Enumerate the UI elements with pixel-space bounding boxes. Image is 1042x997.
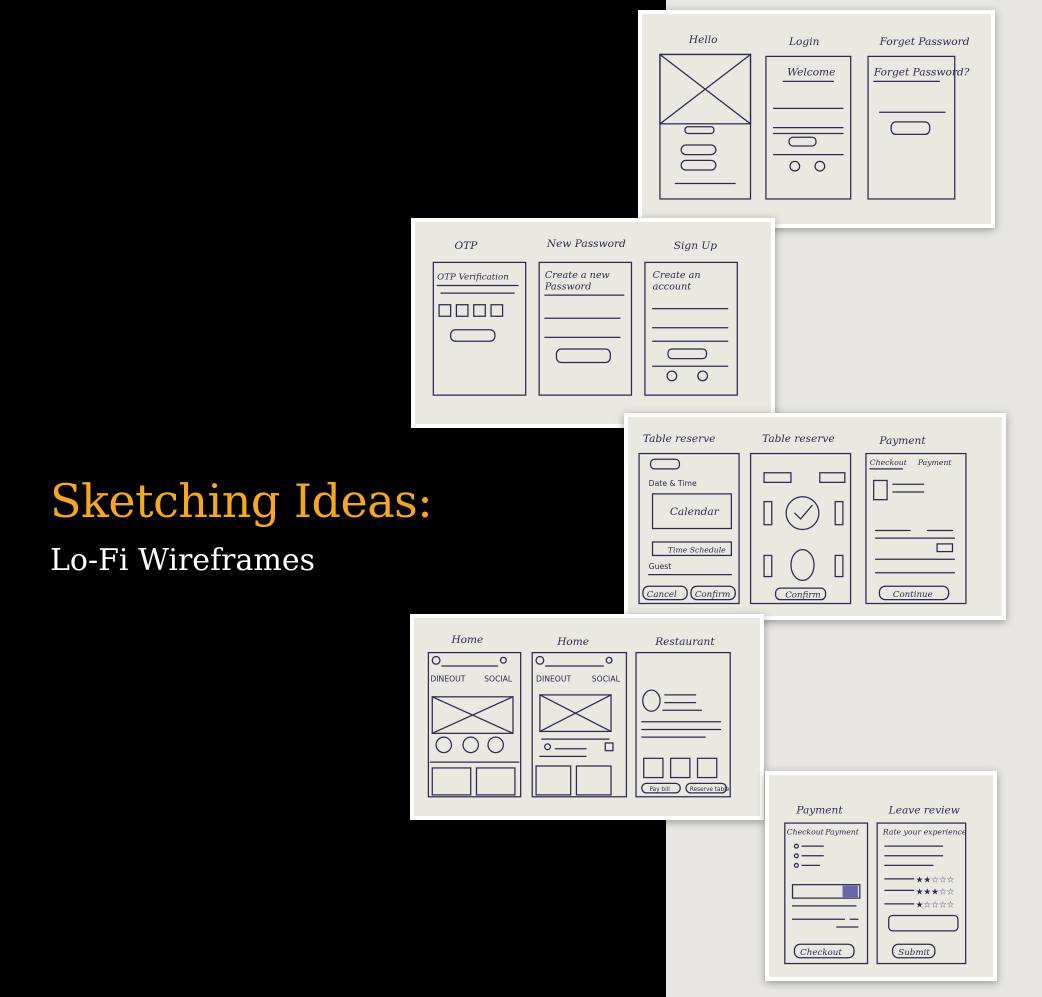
slide-subtitle: Lo-Fi Wireframes [50,543,315,578]
slide-title: Sketching Ideas: [50,474,433,528]
screen-title-home-2: Home [556,636,589,648]
title-block: Sketching Ideas: Lo-Fi Wireframes [50,474,433,578]
date-time-label: Date & Time [649,479,697,488]
payment-tab-sketch: Payment [917,458,953,467]
new-password-line2: Password [544,281,591,292]
checkout-tab-sketch-2: Checkout [787,828,825,837]
sketch-auth-drawing: OTP New Password Sign Up OTP Verificatio… [432,238,738,396]
payment-tab-sketch-2: Payment [824,828,860,837]
sketch-photo-payment-review: Payment Leave review Checkout Payment Ch… [765,771,997,981]
stars-row-2: ★★★☆☆ [916,887,955,897]
confirm-sketch: Confirm [695,590,730,600]
login-welcome: Welcome [787,67,835,79]
time-schedule-box: Time Schedule [668,546,726,555]
pay-bill-sketch: Pay bill [649,787,670,793]
screen-title-restaurant: Restaurant [654,636,715,648]
submit-button-sketch: Submit [898,948,930,958]
sketch-photo-auth: OTP New Password Sign Up OTP Verificatio… [411,218,775,428]
dineout-tab-2: DINEOUT [536,674,571,683]
social-tab-1: SOCIAL [484,674,513,683]
sign-up-line2: account [653,281,692,292]
reserve-table-sketch: Reserve table [690,787,730,793]
guest-label: Guest [649,562,672,571]
rate-experience: Rate your experience [882,828,967,837]
forget-password-heading: Forget Password? [873,67,970,79]
sketch-photo-reservation: Table reserve Table reserve Payment Date… [624,413,1006,620]
screen-title-sign-up: Sign Up [674,240,717,252]
new-password-line1: Create a new [545,270,611,281]
sign-up-line1: Create an [653,270,701,281]
sketch-photo-onboarding: Hello Login Forget Password Welcome Forg… [638,10,995,228]
screen-title-hello: Hello [688,34,718,46]
social-tab-2: SOCIAL [592,674,621,683]
checkout-tab-sketch: Checkout [870,458,908,467]
otp-heading: OTP Verification [437,273,509,283]
confirm-sketch-2: Confirm [785,591,820,601]
screen-title-home-1: Home [450,634,483,646]
screen-title-leave-review: Leave review [888,804,960,816]
screen-title-otp: OTP [454,240,478,252]
screen-title-forget-password: Forget Password [879,36,970,48]
sketch-photo-home: Home Home Restaurant DINEOUT SOCIAL DINE… [410,614,764,820]
screen-title-new-password: New Password [546,238,626,250]
dineout-tab-1: DINEOUT [430,674,465,683]
screen-title-table-reserve-1: Table reserve [643,433,716,445]
sketch-reservation-drawing: Table reserve Table reserve Payment Date… [638,433,967,605]
sketch-onboarding-drawing: Hello Login Forget Password Welcome Forg… [659,34,970,200]
screen-title-payment-2: Payment [795,804,843,816]
stars-row-1: ★★☆☆☆ [916,876,955,886]
sketch-home-drawing: Home Home Restaurant DINEOUT SOCIAL DINE… [427,634,731,798]
sketch-payment-review-drawing: Payment Leave review Checkout Payment Ch… [784,804,967,965]
checkout-button-sketch: Checkout [800,948,842,958]
continue-sketch: Continue [893,590,933,600]
screen-title-table-reserve-2: Table reserve [762,433,835,445]
screen-title-payment: Payment [878,435,926,447]
calendar-box: Calendar [670,506,720,518]
screen-title-login: Login [788,36,820,48]
cancel-sketch: Cancel [647,590,677,600]
stars-row-3: ★☆☆☆☆ [916,901,955,911]
